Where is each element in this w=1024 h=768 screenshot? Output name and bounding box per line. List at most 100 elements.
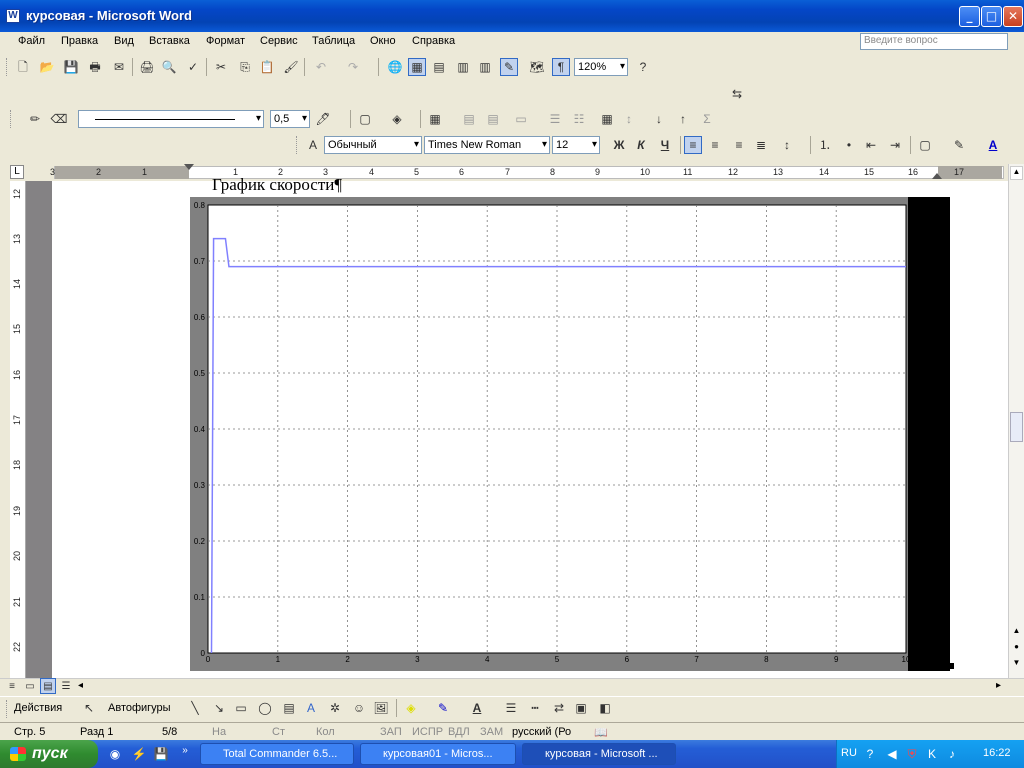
select-objects-icon[interactable]: ↖ <box>80 699 98 717</box>
status-ovr[interactable]: ЗАМ <box>480 726 503 738</box>
hyperlink-icon[interactable]: 🌐 <box>386 58 404 76</box>
show-hide-icon[interactable]: ¶ <box>552 58 570 76</box>
tray-volume-icon[interactable]: ♪ <box>943 745 961 763</box>
outline-view-icon[interactable]: ☰ <box>58 678 74 694</box>
toolbar-grip[interactable] <box>6 58 9 76</box>
style-select[interactable]: Обычный <box>324 136 422 154</box>
reviewing-icon[interactable]: ⇆ <box>728 85 746 103</box>
tray-k-icon[interactable]: K <box>923 745 941 763</box>
document-map-icon[interactable]: 🗺 <box>528 58 546 76</box>
antivirus-icon[interactable]: ⛨ <box>903 745 921 763</box>
status-rec[interactable]: ЗАП <box>380 726 402 738</box>
quicklaunch-save-icon[interactable]: 💾 <box>152 745 170 763</box>
eraser-icon[interactable]: ⌫ <box>50 110 68 128</box>
distribute-rows-icon[interactable]: ☰ <box>546 110 564 128</box>
columns-icon[interactable]: ▥ <box>476 58 494 76</box>
print-layout-icon[interactable]: ▤ <box>40 678 56 694</box>
align-cell-icon[interactable]: ▭ <box>512 110 530 128</box>
paste-icon[interactable]: 📋 <box>258 58 276 76</box>
web-view-icon[interactable]: ▭ <box>22 678 38 694</box>
align-right-icon[interactable]: ≡ <box>730 136 748 154</box>
autoformat-icon[interactable]: ▦ <box>598 110 616 128</box>
menu-view[interactable]: Вид <box>114 35 134 47</box>
quicklaunch-icon[interactable]: ⚡ <box>130 745 148 763</box>
normal-view-icon[interactable]: ≡ <box>4 678 20 694</box>
new-document-icon[interactable]: 🗋 <box>14 58 32 76</box>
help-tray-icon[interactable]: ? <box>861 745 879 763</box>
underline-button[interactable]: Ч <box>656 136 674 154</box>
align-center-icon[interactable]: ≡ <box>706 136 724 154</box>
drawing-icon[interactable]: ✎ <box>500 58 518 76</box>
task-total-commander[interactable]: Total Commander 6.5... <box>200 743 354 765</box>
tables-borders-icon[interactable]: ▦ <box>408 58 426 76</box>
image-resize-handle[interactable] <box>948 663 954 669</box>
sort-desc-icon[interactable]: ↑ <box>674 110 692 128</box>
draw-font-color-icon[interactable]: A <box>468 699 486 717</box>
menu-format[interactable]: Формат <box>206 35 245 47</box>
status-language[interactable]: русский (Ро <box>512 726 571 738</box>
fill-color-icon[interactable]: ◈ <box>402 699 420 717</box>
document-heading[interactable]: График скорости¶ <box>212 175 342 195</box>
picture-icon[interactable]: 🖼 <box>372 699 390 717</box>
vertical-scrollbar[interactable]: ▲ ▲ ● ▼ <box>1008 164 1024 679</box>
redo-icon[interactable]: ↷ <box>344 58 362 76</box>
clipart-icon[interactable]: ☺ <box>350 699 368 717</box>
print-icon[interactable]: 🖨 <box>138 58 156 76</box>
menu-insert[interactable]: Вставка <box>149 35 190 47</box>
scroll-right-button[interactable]: ▸ <box>996 680 1001 691</box>
oval-tool-icon[interactable]: ◯ <box>256 699 274 717</box>
wordart-icon[interactable]: A <box>302 699 320 717</box>
bullets-icon[interactable]: • <box>840 136 858 154</box>
line-style-icon[interactable]: ☰ <box>502 699 520 717</box>
zoom-select[interactable]: 120% <box>574 58 628 76</box>
language-indicator[interactable]: RU <box>841 747 857 759</box>
scroll-thumb[interactable] <box>1010 412 1023 442</box>
help-search-input[interactable]: Введите вопрос <box>860 33 1008 50</box>
insert-table-icon[interactable]: ▤ <box>430 58 448 76</box>
minimize-button[interactable]: _ <box>959 6 980 27</box>
insert-excel-icon[interactable]: ▥ <box>454 58 472 76</box>
justify-icon[interactable]: ≣ <box>752 136 770 154</box>
textbox-tool-icon[interactable]: ▤ <box>280 699 298 717</box>
format-painter-icon[interactable]: 🖌 <box>282 58 300 76</box>
pencil-icon[interactable]: ✏ <box>26 110 44 128</box>
tray-expand-icon[interactable]: ◀ <box>883 745 901 763</box>
styles-pane-icon[interactable]: A <box>304 136 322 154</box>
font-select[interactable]: Times New Roman <box>424 136 550 154</box>
task-kursovaya[interactable]: курсовая - Microsoft ... <box>522 743 676 765</box>
diagram-icon[interactable]: ✲ <box>326 699 344 717</box>
spelling-icon[interactable]: ✓ <box>184 58 202 76</box>
menu-edit[interactable]: Правка <box>61 35 98 47</box>
line-spacing-icon[interactable]: ↕ <box>778 136 796 154</box>
line-style-select[interactable] <box>78 110 264 128</box>
quicklaunch-more-icon[interactable]: » <box>176 742 194 760</box>
prev-page-button[interactable]: ▲ <box>1010 626 1023 640</box>
bold-button[interactable]: Ж <box>610 136 628 154</box>
permission-icon[interactable]: 🖶 <box>86 58 104 76</box>
increase-indent-icon[interactable]: ⇥ <box>886 136 904 154</box>
status-trk[interactable]: ИСПР <box>412 726 443 738</box>
rectangle-tool-icon[interactable]: ▭ <box>232 699 250 717</box>
chart-frame[interactable]: 0 1 2 3 4 5 6 7 8 9 10 0 0.1 0.2 0.3 0.4 0.5 0.6 0.7 0.8 <box>190 197 954 671</box>
shading-icon[interactable]: ◈ <box>388 110 406 128</box>
undo-icon[interactable]: ↶ <box>312 58 330 76</box>
email-icon[interactable]: ✉ <box>110 58 128 76</box>
numbering-icon[interactable]: ⒈ <box>816 136 834 154</box>
right-indent-marker[interactable] <box>932 173 942 179</box>
cut-icon[interactable]: ✂ <box>212 58 230 76</box>
save-icon[interactable]: 💾 <box>62 58 80 76</box>
status-ext[interactable]: ВДЛ <box>448 726 470 738</box>
line-tool-icon[interactable]: ╲ <box>186 699 204 717</box>
text-direction-icon[interactable]: ↕ <box>620 110 638 128</box>
help-icon[interactable]: ? <box>634 58 652 76</box>
arrow-style-icon[interactable]: ⇄ <box>550 699 568 717</box>
align-left-icon[interactable]: ≡ <box>684 136 702 154</box>
borders-icon[interactable]: ▢ <box>356 110 374 128</box>
autosum-icon[interactable]: Σ <box>698 110 716 128</box>
menu-file[interactable]: Файл <box>18 35 45 47</box>
autoshapes-menu[interactable]: Автофигуры <box>108 702 171 714</box>
opera-icon[interactable]: ◉ <box>106 745 124 763</box>
decrease-indent-icon[interactable]: ⇤ <box>862 136 880 154</box>
shadow-style-icon[interactable]: ▣ <box>572 699 590 717</box>
next-page-button[interactable]: ▼ <box>1010 658 1023 672</box>
